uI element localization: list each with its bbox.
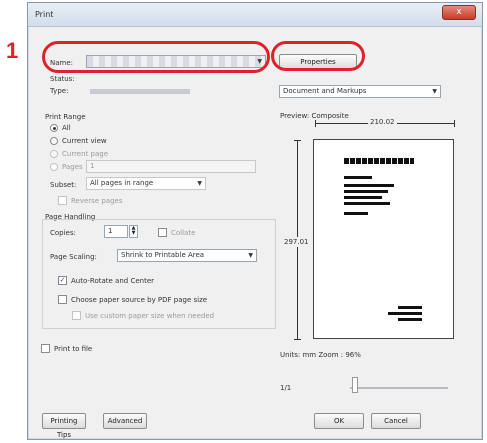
preview-text-line xyxy=(398,306,422,309)
radio-current-page-label: Current page xyxy=(62,150,108,158)
page-preview xyxy=(313,139,454,339)
radio-pages[interactable] xyxy=(50,163,58,171)
printer-type-value-blurred xyxy=(90,89,190,94)
printing-tips-button[interactable]: Printing Tips xyxy=(42,413,86,439)
chevron-down-icon: ▼ xyxy=(197,180,202,187)
preview-heading: Preview: Composite xyxy=(280,112,349,120)
subset-value: All pages in range xyxy=(90,179,154,187)
preview-text-line xyxy=(398,318,422,321)
radio-current-view-label: Current view xyxy=(62,137,107,145)
preview-text-line xyxy=(344,212,368,215)
print-to-file-label: Print to file xyxy=(54,345,93,353)
window-title: Print xyxy=(35,10,54,19)
comments-forms-dropdown[interactable]: Document and Markups ▼ xyxy=(279,85,441,98)
width-dimension-value: 210.02 xyxy=(368,118,397,126)
slider-thumb[interactable] xyxy=(352,377,358,393)
close-button[interactable]: x xyxy=(442,5,476,20)
annotation-ellipse-properties xyxy=(271,41,365,71)
subset-dropdown[interactable]: All pages in range ▼ xyxy=(86,177,206,190)
advanced-button[interactable]: Advanced xyxy=(103,413,147,429)
radio-all-label: All xyxy=(62,124,71,132)
reverse-pages-checkbox[interactable] xyxy=(58,196,67,205)
preview-header-bar xyxy=(344,158,414,164)
ok-button[interactable]: OK xyxy=(314,413,364,429)
preview-text-line xyxy=(344,176,372,179)
subset-label: Subset: xyxy=(50,181,77,189)
page-handling-group xyxy=(42,219,276,329)
callout-number-1: 1 xyxy=(6,38,19,63)
radio-current-view[interactable] xyxy=(50,137,58,145)
preview-text-line xyxy=(344,202,390,205)
preview-text-line xyxy=(344,196,382,199)
printer-type-label: Type: xyxy=(50,87,69,95)
pages-input[interactable]: 1 xyxy=(86,160,256,173)
print-range-heading: Print Range xyxy=(45,113,86,121)
height-dimension-value: 297.01 xyxy=(284,237,309,247)
page-indicator: 1/1 xyxy=(280,384,292,392)
radio-current-page[interactable] xyxy=(50,150,58,158)
pages-input-value: 1 xyxy=(90,162,95,170)
cancel-button[interactable]: Cancel xyxy=(371,413,421,429)
chevron-down-icon: ▼ xyxy=(432,88,437,95)
radio-pages-label: Pages xyxy=(62,163,83,171)
reverse-pages-label: Reverse pages xyxy=(71,197,123,205)
units-zoom-text: Units: mm Zoom : 96% xyxy=(280,351,361,359)
page-slider[interactable] xyxy=(350,375,448,395)
comments-forms-value: Document and Markups xyxy=(283,87,367,95)
print-to-file-checkbox[interactable] xyxy=(41,344,50,353)
annotation-ellipse-printer-name xyxy=(42,41,270,73)
title-bar: Print x xyxy=(28,3,482,27)
radio-all[interactable] xyxy=(50,124,58,132)
printer-status-label: Status: xyxy=(50,75,75,83)
preview-text-line xyxy=(344,190,388,193)
preview-text-line xyxy=(388,312,422,315)
preview-text-line xyxy=(344,184,394,187)
slider-track xyxy=(350,387,448,389)
